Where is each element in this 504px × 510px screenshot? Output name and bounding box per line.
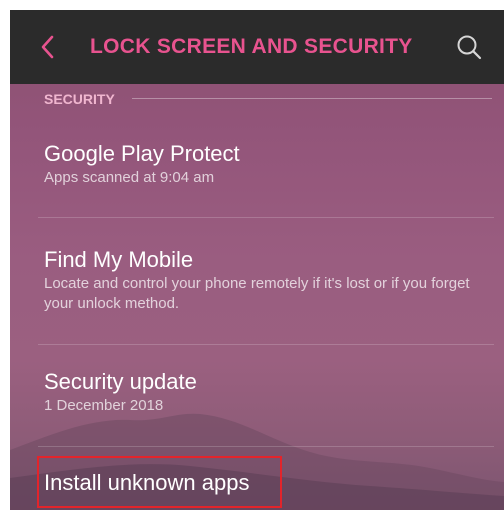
setting-title: Google Play Protect <box>44 141 240 166</box>
list-divider <box>38 446 494 447</box>
setting-title: Find My Mobile <box>44 247 194 272</box>
list-divider <box>38 344 494 345</box>
page-title: LOCK SCREEN AND SECURITY <box>90 35 413 58</box>
app-bar: LOCK SCREEN AND SECURITY <box>10 10 504 84</box>
highlight-box <box>37 456 282 508</box>
section-header-security: SECURITY <box>44 91 115 107</box>
setting-title: Security update <box>44 369 197 394</box>
setting-subtitle: 1 December 2018 <box>44 397 164 414</box>
settings-screen: LOCK SCREEN AND SECURITY SECURITY Google… <box>10 10 504 510</box>
list-divider <box>38 217 494 218</box>
setting-google-play-protect[interactable]: Google Play Protect Apps scanned at 9:04… <box>44 140 494 188</box>
screenshot-frame: LOCK SCREEN AND SECURITY SECURITY Google… <box>0 0 504 510</box>
setting-find-my-mobile[interactable]: Find My Mobile Locate and control your p… <box>44 246 494 314</box>
search-icon[interactable] <box>454 32 484 62</box>
setting-subtitle: Apps scanned at 9:04 am <box>44 169 215 186</box>
section-divider <box>132 98 492 99</box>
back-icon[interactable] <box>36 32 60 62</box>
setting-subtitle: Locate and control your phone remotely i… <box>44 275 470 312</box>
setting-security-update[interactable]: Security update 1 December 2018 <box>44 368 494 416</box>
